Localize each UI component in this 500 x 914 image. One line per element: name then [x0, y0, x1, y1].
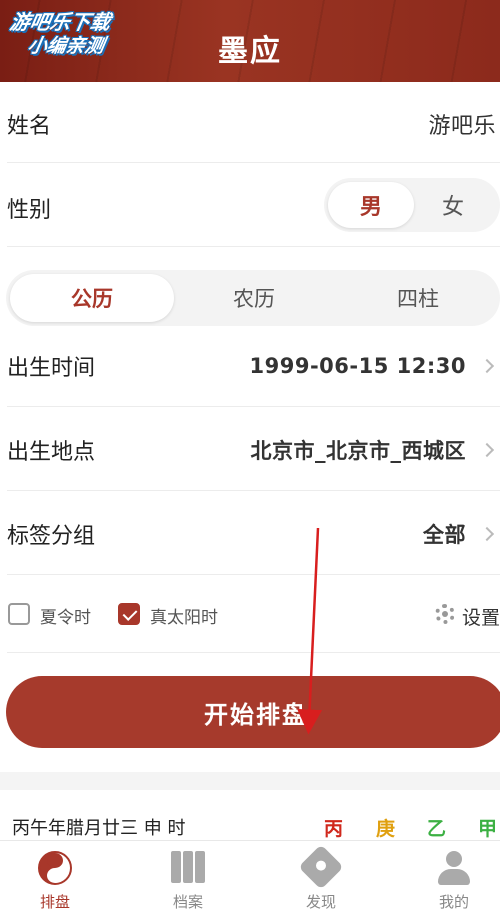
gear-icon[interactable]: [435, 604, 455, 624]
app-header: 游吧乐下载 小编亲测 墨应: [0, 0, 500, 82]
divider: [7, 246, 500, 247]
bottom-tab-bar: 排盘 档案 发现 我的: [0, 840, 500, 914]
gender-toggle[interactable]: 男 女: [324, 178, 500, 232]
tab-discover[interactable]: 发现: [281, 844, 361, 913]
divider: [7, 574, 500, 575]
ganzhi-info-bar: 丙午年腊月廿三 申 时 丙 庚 乙 甲: [0, 790, 500, 840]
yinyang-icon: [38, 851, 72, 885]
tab-four-pillars[interactable]: 四柱: [336, 274, 500, 322]
true-solar-time-checkbox[interactable]: [118, 603, 140, 625]
tab-label: 排盘: [39, 893, 70, 911]
tab-solar-calendar[interactable]: 公历: [10, 274, 174, 322]
ganzhi-char: 甲: [478, 818, 498, 840]
compass-icon: [298, 844, 344, 890]
tag-group-label: 标签分组: [7, 524, 96, 549]
gender-male-option[interactable]: 男: [328, 182, 414, 228]
lunar-date-text: 丙午年腊月廿三 申 时: [12, 818, 186, 839]
ganzhi-char: 庚: [376, 818, 396, 840]
divider: [7, 490, 500, 491]
settings-label[interactable]: 设置: [462, 603, 500, 630]
true-solar-time-label: 真太阳时: [150, 608, 218, 628]
options-row: 夏令时 真太阳时 设置: [0, 594, 500, 634]
page-title: 墨应: [218, 34, 282, 69]
tab-label: 档案: [172, 893, 203, 911]
chevron-right-icon: [479, 526, 495, 542]
start-chart-button[interactable]: 开始排盘: [6, 676, 500, 748]
chart-form-card: 姓名 游吧乐 性别 男 女 公历 农历 四柱 出生时间 1999-06-15 1…: [0, 82, 500, 772]
ganzhi-char: 丙: [324, 818, 344, 840]
chevron-right-icon: [479, 442, 495, 458]
birth-time-label: 出生时间: [7, 356, 96, 381]
calendar-type-tabs: 公历 农历 四柱: [6, 270, 500, 326]
ganzhi-char: 乙: [427, 818, 447, 840]
name-row[interactable]: 姓名 游吧乐: [0, 102, 500, 146]
tag-group-row[interactable]: 标签分组 全部: [0, 512, 500, 556]
birth-place-value: 北京市_北京市_西城区: [250, 439, 466, 463]
tab-label: 我的: [438, 893, 469, 911]
tab-archive[interactable]: 档案: [148, 847, 228, 913]
divider: [7, 652, 500, 653]
birth-place-label: 出生地点: [7, 440, 96, 465]
chevron-right-icon: [479, 358, 495, 374]
tag-group-value: 全部: [423, 523, 466, 547]
dst-label: 夏令时: [40, 608, 91, 628]
name-label: 姓名: [7, 114, 52, 139]
tab-mine[interactable]: 我的: [414, 847, 494, 913]
tab-label: 发现: [305, 893, 336, 911]
gender-label: 性别: [7, 198, 52, 223]
tab-lunar-calendar[interactable]: 农历: [172, 274, 336, 322]
dst-checkbox[interactable]: [8, 603, 30, 625]
birth-time-row[interactable]: 出生时间 1999-06-15 12:30: [0, 344, 500, 388]
birth-place-row[interactable]: 出生地点 北京市_北京市_西城区: [0, 428, 500, 472]
gender-female-option[interactable]: 女: [410, 182, 496, 228]
birth-time-value: 1999-06-15 12:30: [249, 354, 466, 378]
tab-paipan[interactable]: 排盘: [15, 847, 95, 913]
person-icon: [437, 851, 471, 885]
divider: [7, 406, 500, 407]
books-icon: [171, 851, 205, 885]
divider: [7, 162, 500, 163]
name-value[interactable]: 游吧乐: [428, 108, 496, 140]
